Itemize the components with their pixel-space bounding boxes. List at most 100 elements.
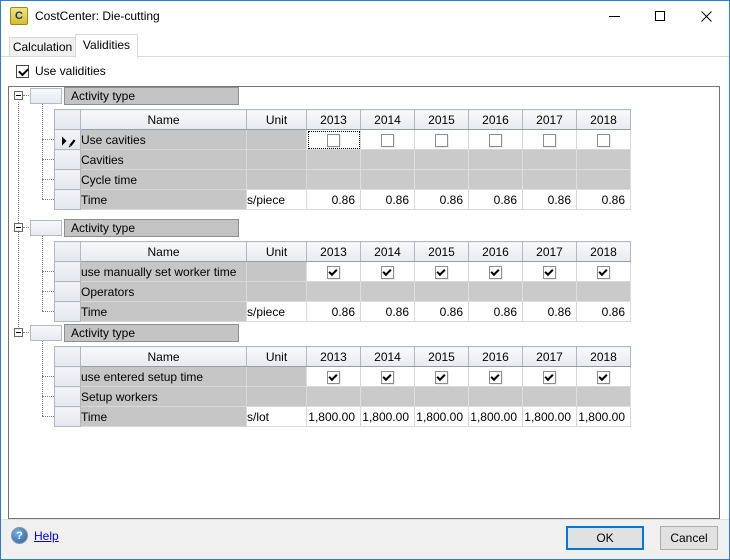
activity-type-header[interactable]: Activity type [64, 219, 239, 237]
row-name-cell[interactable]: Time [81, 190, 247, 210]
year-value-cell[interactable]: 0.86 [469, 302, 523, 322]
row-selector-cell[interactable] [55, 150, 81, 170]
year-empty-cell[interactable] [307, 170, 361, 190]
column-header-2017[interactable]: 2017 [523, 347, 577, 367]
year-empty-cell[interactable] [307, 150, 361, 170]
row-name-cell[interactable]: Setup workers [81, 387, 247, 407]
row-unit-cell[interactable] [247, 282, 307, 302]
year-empty-cell[interactable] [469, 150, 523, 170]
maximize-button[interactable] [637, 1, 683, 31]
year-empty-cell[interactable] [307, 282, 361, 302]
year-value-cell[interactable]: 1,800.00 [361, 407, 415, 427]
year-value-cell[interactable]: 0.86 [523, 190, 577, 210]
year-checkbox[interactable] [489, 134, 502, 147]
row-selector-cell[interactable] [55, 302, 81, 322]
year-empty-cell[interactable] [361, 387, 415, 407]
row-name-cell[interactable]: Use cavities [81, 130, 247, 150]
cancel-button[interactable]: Cancel [660, 526, 718, 550]
year-empty-cell[interactable] [415, 282, 469, 302]
year-checkbox[interactable] [327, 134, 340, 147]
row-unit-cell[interactable] [247, 387, 307, 407]
column-header-2017[interactable]: 2017 [523, 110, 577, 130]
year-checkbox-cell[interactable] [523, 130, 577, 150]
year-checkbox[interactable] [381, 266, 394, 279]
row-selector-cell[interactable] [55, 367, 81, 387]
year-empty-cell[interactable] [469, 170, 523, 190]
column-header-2014[interactable]: 2014 [361, 242, 415, 262]
year-checkbox[interactable] [435, 371, 448, 384]
year-empty-cell[interactable] [361, 170, 415, 190]
row-unit-cell[interactable] [247, 170, 307, 190]
row-unit-cell[interactable] [247, 150, 307, 170]
collapse-expander-icon[interactable] [14, 91, 23, 100]
column-header-unit[interactable]: Unit [247, 110, 307, 130]
row-name-cell[interactable]: use manually set worker time [81, 262, 247, 282]
year-empty-cell[interactable] [577, 387, 631, 407]
tab-validities[interactable]: Validities [75, 34, 138, 58]
year-empty-cell[interactable] [415, 150, 469, 170]
row-selector-cell[interactable] [55, 262, 81, 282]
year-empty-cell[interactable] [415, 170, 469, 190]
row-unit-cell[interactable] [247, 367, 307, 387]
year-empty-cell[interactable] [469, 282, 523, 302]
year-empty-cell[interactable] [523, 150, 577, 170]
year-checkbox[interactable] [597, 371, 610, 384]
year-value-cell[interactable]: 0.86 [415, 302, 469, 322]
row-unit-cell[interactable]: s/lot [247, 407, 307, 427]
column-header-2018[interactable]: 2018 [577, 242, 631, 262]
year-checkbox-cell[interactable] [361, 262, 415, 282]
row-name-cell[interactable]: Operators [81, 282, 247, 302]
column-header-2018[interactable]: 2018 [577, 110, 631, 130]
column-header-name[interactable]: Name [81, 347, 247, 367]
year-checkbox-cell[interactable] [307, 130, 361, 150]
year-checkbox-cell[interactable] [577, 367, 631, 387]
activity-type-header[interactable]: Activity type [64, 324, 239, 342]
column-header-2016[interactable]: 2016 [469, 347, 523, 367]
column-header-2016[interactable]: 2016 [469, 242, 523, 262]
column-header-2015[interactable]: 2015 [415, 347, 469, 367]
year-empty-cell[interactable] [523, 387, 577, 407]
year-empty-cell[interactable] [523, 282, 577, 302]
row-selector-cell[interactable] [55, 170, 81, 190]
row-name-cell[interactable]: Time [81, 407, 247, 427]
year-empty-cell[interactable] [361, 150, 415, 170]
column-header-2018[interactable]: 2018 [577, 347, 631, 367]
row-selector-cell[interactable] [55, 190, 81, 210]
year-value-cell[interactable]: 1,800.00 [415, 407, 469, 427]
year-value-cell[interactable]: 0.86 [361, 302, 415, 322]
section-selector-cell[interactable] [30, 325, 62, 341]
year-value-cell[interactable]: 1,800.00 [307, 407, 361, 427]
year-checkbox[interactable] [597, 266, 610, 279]
year-checkbox[interactable] [543, 371, 556, 384]
column-header-2015[interactable]: 2015 [415, 242, 469, 262]
year-value-cell[interactable]: 0.86 [307, 190, 361, 210]
column-header-unit[interactable]: Unit [247, 242, 307, 262]
year-value-cell[interactable]: 0.86 [523, 302, 577, 322]
year-checkbox-cell[interactable] [469, 367, 523, 387]
year-checkbox[interactable] [327, 371, 340, 384]
close-button[interactable] [683, 1, 729, 31]
column-header-unit[interactable]: Unit [247, 347, 307, 367]
column-header-name[interactable]: Name [81, 242, 247, 262]
year-checkbox[interactable] [381, 371, 394, 384]
row-selector-cell[interactable] [55, 407, 81, 427]
row-unit-cell[interactable]: s/piece [247, 302, 307, 322]
ok-button[interactable]: OK [566, 526, 644, 550]
activity-type-header[interactable]: Activity type [64, 87, 239, 105]
year-checkbox-cell[interactable] [469, 262, 523, 282]
row-selector-cell[interactable] [55, 282, 81, 302]
row-name-cell[interactable]: Cycle time [81, 170, 247, 190]
year-checkbox-cell[interactable] [415, 130, 469, 150]
column-header-2015[interactable]: 2015 [415, 110, 469, 130]
year-checkbox-cell[interactable] [361, 130, 415, 150]
year-value-cell[interactable]: 0.86 [577, 190, 631, 210]
row-unit-cell[interactable] [247, 130, 307, 150]
year-checkbox[interactable] [381, 134, 394, 147]
year-value-cell[interactable]: 0.86 [469, 190, 523, 210]
section-selector-cell[interactable] [30, 220, 62, 236]
minimize-button[interactable] [591, 1, 637, 31]
collapse-expander-icon[interactable] [14, 328, 23, 337]
year-value-cell[interactable]: 0.86 [577, 302, 631, 322]
year-checkbox[interactable] [543, 134, 556, 147]
year-value-cell[interactable]: 0.86 [361, 190, 415, 210]
